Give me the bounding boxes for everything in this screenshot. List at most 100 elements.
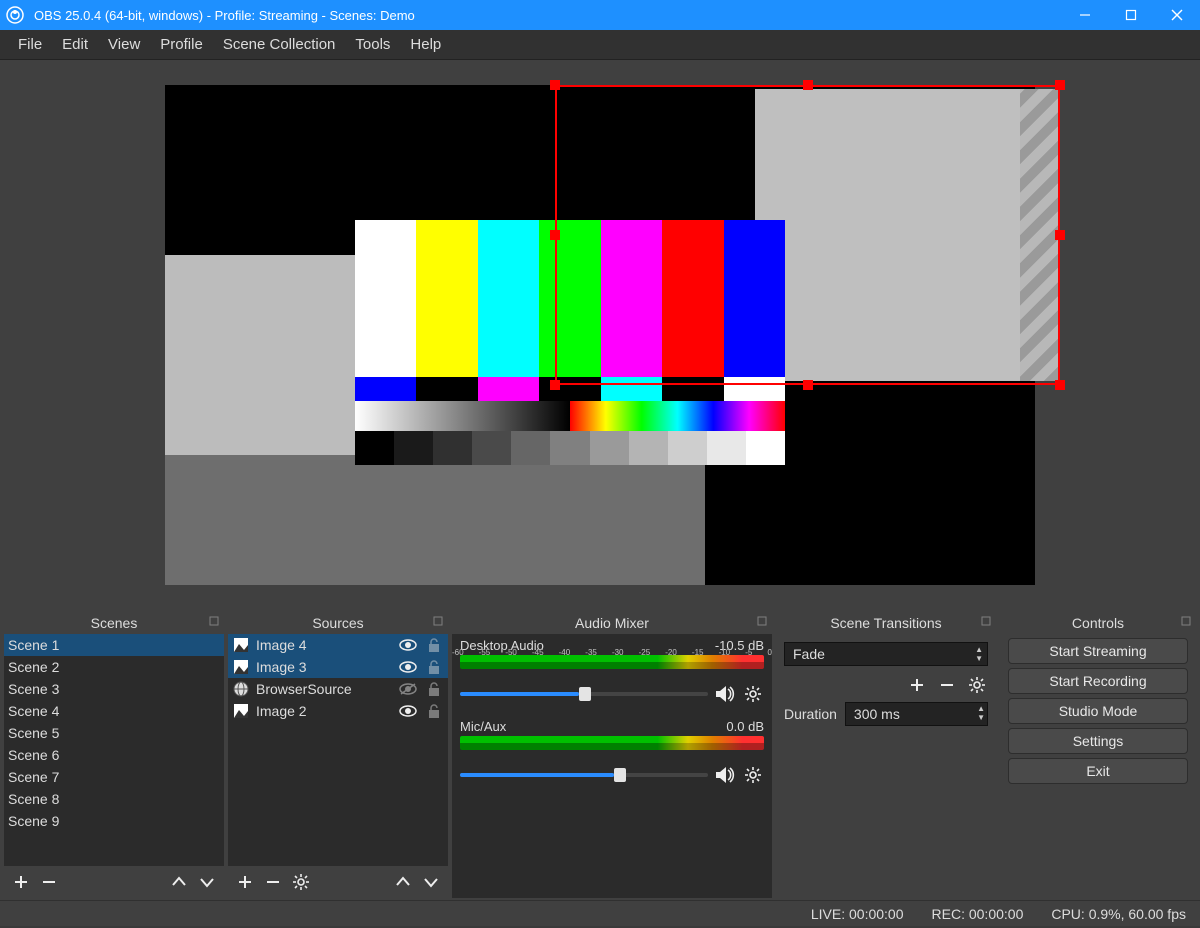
duration-value: 300 ms [854,706,900,722]
exit-button[interactable]: Exit [1008,758,1188,784]
menu-view[interactable]: View [98,32,150,57]
panel-controls-header[interactable]: Controls [1000,612,1196,634]
panel-scenes: Scenes Scene 1 Scene 2 Scene 3 Scene 4 S… [4,612,224,898]
mixer-track: Desktop Audio -10.5 dB -60-55-50-45-40-3… [452,634,772,715]
menu-scene-collection[interactable]: Scene Collection [213,32,346,57]
lock-toggle[interactable] [424,703,444,719]
visibility-toggle[interactable] [398,660,418,674]
statusbar: LIVE: 00:00:00 REC: 00:00:00 CPU: 0.9%, … [0,900,1200,926]
resize-handle-nw[interactable] [550,80,560,90]
panel-mixer-title: Audio Mixer [575,615,649,631]
slider-thumb[interactable] [579,687,591,701]
panel-scenes-header[interactable]: Scenes [4,612,224,634]
track-settings-button[interactable] [742,683,764,705]
source-remove-button[interactable] [262,871,284,893]
source-item[interactable]: Image 3 [228,656,448,678]
scene-moveup-button[interactable] [168,871,190,893]
panel-sources: Sources Image 4 Image 3 BrowserSource [228,612,448,898]
settings-button[interactable]: Settings [1008,728,1188,754]
lock-toggle[interactable] [424,681,444,697]
window-minimize-button[interactable] [1062,0,1108,30]
panel-sources-header[interactable]: Sources [228,612,448,634]
visibility-toggle[interactable] [398,638,418,652]
resize-handle-n[interactable] [803,80,813,90]
source-name: BrowserSource [256,681,392,697]
source-item[interactable]: BrowserSource [228,678,448,700]
menu-help[interactable]: Help [400,32,451,57]
duration-spinner[interactable]: ▲▼ [977,704,985,722]
select-spinner[interactable]: ▲▼ [975,645,983,663]
resize-handle-se[interactable] [1055,380,1065,390]
duration-input[interactable]: 300 ms ▲▼ [845,702,988,726]
detach-icon[interactable] [1180,615,1192,627]
slider-thumb[interactable] [614,768,626,782]
volume-slider[interactable] [460,692,708,696]
scenes-toolbar [4,866,224,898]
browser-source-icon [232,680,250,698]
detach-icon[interactable] [980,615,992,627]
visibility-toggle[interactable] [398,682,418,696]
scene-item[interactable]: Scene 1 [4,634,224,656]
resize-handle-s[interactable] [803,380,813,390]
duration-label: Duration [784,706,837,722]
source-item[interactable]: Image 4 [228,634,448,656]
preview-selection-box[interactable] [555,85,1060,385]
scene-item[interactable]: Scene 8 [4,788,224,810]
mute-button[interactable] [714,764,736,786]
panel-transitions: Scene Transitions Fade ▲▼ Duration 300 m… [776,612,996,898]
transition-add-button[interactable] [906,674,928,696]
mute-button[interactable] [714,683,736,705]
window-title: OBS 25.0.4 (64-bit, windows) - Profile: … [30,8,1062,23]
transition-remove-button[interactable] [936,674,958,696]
panel-transitions-header[interactable]: Scene Transitions [776,612,996,634]
controls-body: Start Streaming Start Recording Studio M… [1000,634,1196,898]
detach-icon[interactable] [208,615,220,627]
lock-toggle[interactable] [424,659,444,675]
panel-mixer-header[interactable]: Audio Mixer [452,612,772,634]
panel-audio-mixer: Audio Mixer Desktop Audio -10.5 dB -60-5… [452,612,772,898]
lock-toggle[interactable] [424,637,444,653]
image-source-icon [232,658,250,676]
preview-canvas[interactable] [165,85,1035,585]
source-add-button[interactable] [234,871,256,893]
detach-icon[interactable] [756,615,768,627]
scenes-list[interactable]: Scene 1 Scene 2 Scene 3 Scene 4 Scene 5 … [4,634,224,866]
menu-tools[interactable]: Tools [345,32,400,57]
menu-file[interactable]: File [8,32,52,57]
window-maximize-button[interactable] [1108,0,1154,30]
source-props-button[interactable] [290,871,312,893]
volume-slider[interactable] [460,773,708,777]
status-cpu: CPU: 0.9%, 60.00 fps [1051,906,1186,922]
resize-handle-ne[interactable] [1055,80,1065,90]
resize-handle-sw[interactable] [550,380,560,390]
scene-add-button[interactable] [10,871,32,893]
scene-item[interactable]: Scene 4 [4,700,224,722]
transition-props-button[interactable] [966,674,988,696]
start-streaming-button[interactable]: Start Streaming [1008,638,1188,664]
detach-icon[interactable] [432,615,444,627]
scene-item[interactable]: Scene 6 [4,744,224,766]
menu-edit[interactable]: Edit [52,32,98,57]
source-item[interactable]: Image 2 [228,700,448,722]
window-close-button[interactable] [1154,0,1200,30]
scene-item[interactable]: Scene 2 [4,656,224,678]
start-recording-button[interactable]: Start Recording [1008,668,1188,694]
transition-select[interactable]: Fade ▲▼ [784,642,988,666]
source-moveup-button[interactable] [392,871,414,893]
scene-item[interactable]: Scene 9 [4,810,224,832]
panel-controls-title: Controls [1072,615,1124,631]
source-movedown-button[interactable] [420,871,442,893]
scene-remove-button[interactable] [38,871,60,893]
preview-source-image2b[interactable] [165,455,705,585]
scene-item[interactable]: Scene 5 [4,722,224,744]
resize-handle-e[interactable] [1055,230,1065,240]
scene-item[interactable]: Scene 3 [4,678,224,700]
scene-movedown-button[interactable] [196,871,218,893]
studio-mode-button[interactable]: Studio Mode [1008,698,1188,724]
scene-item[interactable]: Scene 7 [4,766,224,788]
menu-profile[interactable]: Profile [150,32,213,57]
resize-handle-w[interactable] [550,230,560,240]
track-settings-button[interactable] [742,764,764,786]
visibility-toggle[interactable] [398,704,418,718]
sources-list[interactable]: Image 4 Image 3 BrowserSource Image 2 [228,634,448,866]
